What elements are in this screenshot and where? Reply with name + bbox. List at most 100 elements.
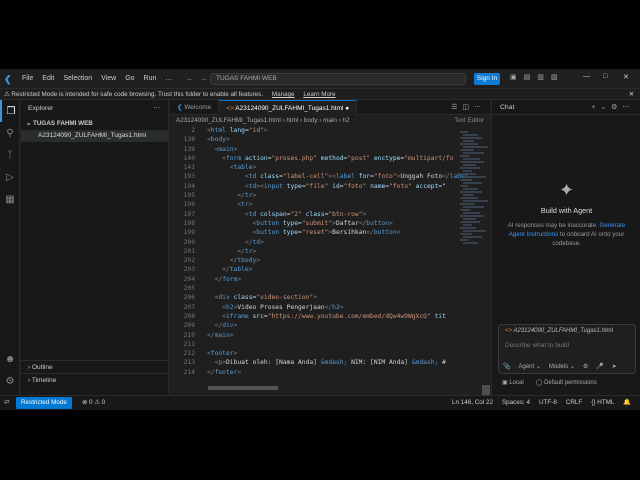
search-icon[interactable]: ⚲ [0, 122, 20, 144]
code-line[interactable]: 140 <form action="proses.php" method="po… [170, 154, 460, 163]
code-line[interactable]: 210 </main> [170, 331, 460, 340]
tab-welcome[interactable]: ❮ Welcome [170, 100, 220, 115]
code-line[interactable]: 204 </form> [170, 275, 460, 284]
unsaved-dot-icon[interactable]: ● [345, 105, 349, 112]
code-line[interactable]: 198 <button type="submit">Daftar</button… [170, 219, 460, 228]
menu-selection[interactable]: Selection [63, 75, 92, 82]
learn-more-link[interactable]: Learn More [303, 91, 335, 98]
restricted-mode-badge[interactable]: Restricted Mode [16, 397, 72, 409]
run-debug-icon[interactable]: ▷ [0, 166, 20, 188]
account-icon[interactable]: ☻ [0, 348, 20, 370]
breadcrumb-item[interactable]: h2 [342, 117, 349, 124]
permissions-dropdown[interactable]: ◯ Default permissions [536, 379, 597, 386]
models-dropdown[interactable]: Models ⌄ [549, 363, 575, 370]
language-mode[interactable]: {} HTML [591, 396, 614, 410]
code-line[interactable]: 194 <td><input type="file" id="foto" nam… [170, 182, 460, 191]
outline-section[interactable]: › Outline [21, 360, 169, 373]
chat-input-placeholder[interactable]: Describe what to build [499, 337, 635, 354]
code-token: "submit" [301, 219, 333, 227]
code-token: td [252, 238, 261, 246]
end-of-line[interactable]: CRLF [566, 396, 582, 410]
minimap[interactable] [460, 130, 488, 250]
tab-label: Welcome [184, 104, 212, 111]
encoding[interactable]: UTF-8 [539, 396, 557, 410]
horizontal-scrollbar[interactable] [208, 386, 278, 390]
code-line[interactable]: 2 <html lang="id"> [170, 126, 460, 135]
chat-actions-icons[interactable]: +⌄⚙⋯ [591, 100, 634, 115]
timeline-section[interactable]: › Timeline [21, 373, 169, 386]
code-line[interactable]: 214 </footer> [170, 368, 460, 377]
remote-icon[interactable]: ⇄ [4, 396, 9, 410]
send-icon[interactable]: ➤ [612, 363, 617, 370]
breadcrumb-item[interactable]: html [286, 117, 298, 124]
more-actions-icon[interactable]: ⋯ [153, 100, 160, 118]
microphone-icon[interactable]: 🎤 [596, 363, 603, 370]
breadcrumb-item[interactable]: body [304, 117, 318, 124]
code-line[interactable]: 139 <main> [170, 145, 460, 154]
folder-section[interactable]: ⌄ TUGAS FAHMI WEB [21, 118, 168, 130]
notifications-icon[interactable]: 🔔 [623, 396, 631, 410]
manage-link[interactable]: Manage [272, 91, 295, 98]
code-token: > [233, 350, 238, 358]
agent-mode-dropdown[interactable]: Agent ⌄ [518, 363, 540, 370]
code-line[interactable]: 138 <body> [170, 135, 460, 144]
layout-toggle-icons[interactable]: ▣▤▥▧ [510, 73, 564, 81]
menu-go[interactable]: Go [125, 75, 134, 82]
code-line[interactable]: 141 <table> [170, 163, 460, 172]
problems-indicator[interactable]: ⊗ 0 ⚠ 0 [82, 396, 105, 410]
cursor-position[interactable]: Ln 146, Col 22 [452, 396, 493, 410]
code-line[interactable]: 200 </td> [170, 238, 460, 247]
code-line[interactable]: 206 <div class="video-section"> [170, 293, 460, 302]
gear-icon[interactable]: ⚙ [0, 370, 20, 392]
maximize-icon[interactable]: □ [603, 73, 607, 80]
breadcrumb-item[interactable]: A23124090_ZULFAHMI_Tugas1.html [176, 117, 281, 124]
code-line[interactable]: 202 </tbody> [170, 256, 460, 265]
minimize-icon[interactable]: — [583, 73, 590, 80]
code-line[interactable]: 207 <h2>Video Proses Pengerjaan</h2> [170, 303, 460, 312]
sign-in-button[interactable]: Sign In [474, 73, 500, 85]
tools-icon[interactable]: ⚙ [583, 363, 588, 370]
code-line[interactable]: 208 <iframe src="https://www.youtube.com… [170, 312, 460, 321]
close-window-icon[interactable]: ✕ [623, 73, 629, 81]
code-token: > [263, 127, 268, 134]
chat-input-box[interactable]: <> A23124090_ZULFAHMI_Tugas1.html Descri… [498, 324, 636, 374]
extensions-icon[interactable]: ▦ [0, 188, 20, 210]
menu-view[interactable]: View [101, 75, 116, 82]
code-line[interactable]: 197 <td colspan="2" class="btn-row"> [170, 210, 460, 219]
editor-actions-icons[interactable]: ☰◫⋯ [451, 103, 486, 111]
command-center-search[interactable]: TUGAS FAHMI WEB [210, 73, 466, 85]
code-line[interactable]: 199 <button type="reset">Bersihkan</butt… [170, 228, 460, 237]
code-line[interactable]: 211 [170, 340, 460, 349]
code-line[interactable]: 212 <footer> [170, 349, 460, 358]
indentation[interactable]: Spaces: 4 [502, 396, 530, 410]
menu-run[interactable]: Run [144, 75, 157, 82]
code-line[interactable]: 205 [170, 284, 460, 293]
local-label: Local [509, 380, 524, 386]
menu-file[interactable]: File [22, 75, 33, 82]
source-control-icon[interactable]: ᛉ [0, 144, 20, 166]
tab-html-file[interactable]: <> A23124090_ZULFAHMI_Tugas1.html ● [219, 100, 358, 115]
code-view[interactable]: 2 <html lang="id"> 138 <body> 139 <main> 140 … [170, 126, 469, 398]
code-line[interactable]: 196 <tr> [170, 200, 460, 209]
code-line[interactable]: 213 <p>Dibuat oleh: [Nama Anda] &mdash; … [170, 358, 460, 367]
code-line[interactable]: 201 </tr> [170, 247, 460, 256]
explorer-icon[interactable]: ❐ [0, 100, 20, 122]
code-line[interactable]: 193 <td class="label-cell"><label for="f… [170, 172, 469, 181]
file-item[interactable]: A23124090_ZULFAHMI_Tugas1.html [21, 130, 168, 142]
agent-title: Build with Agent [540, 206, 593, 215]
breadcrumb-item[interactable]: main [323, 117, 337, 124]
code-line[interactable]: 203 </table> [170, 265, 460, 274]
local-dropdown[interactable]: ▣ Local [502, 379, 524, 386]
menu-more[interactable]: … [165, 75, 172, 82]
attach-icon[interactable]: 📎 [503, 363, 510, 370]
code-line[interactable]: 195 </tr> [170, 191, 460, 200]
code-line[interactable]: 209 </div> [170, 321, 460, 330]
menu-edit[interactable]: Edit [42, 75, 54, 82]
minimap-line [463, 194, 474, 196]
close-banner-icon[interactable]: ✕ [629, 89, 634, 100]
attached-file-chip[interactable]: <> A23124090_ZULFAHMI_Tugas1.html [499, 325, 635, 337]
minimap-line [463, 236, 482, 238]
